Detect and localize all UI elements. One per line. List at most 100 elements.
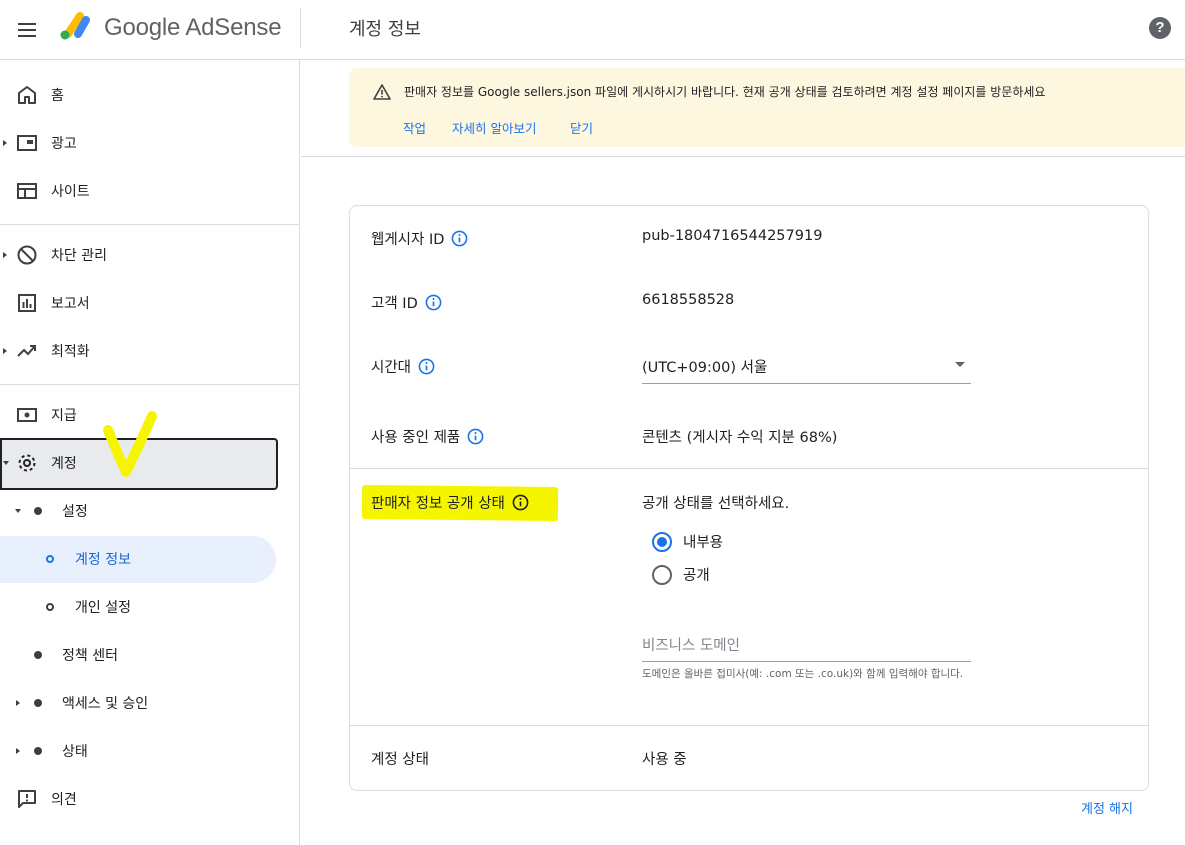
ads-icon (17, 135, 37, 151)
close-account-link[interactable]: 계정 해지 (1081, 798, 1133, 817)
logo-text[interactable]: Google AdSense (104, 14, 282, 42)
timezone-select[interactable]: (UTC+09:00) 서울 (642, 348, 971, 384)
sidebar-item-label: 상태 (62, 744, 88, 760)
info-icon[interactable] (451, 230, 468, 247)
account-status-value: 사용 중 (642, 752, 687, 768)
customer-id-value: 6618558528 (642, 292, 735, 308)
sellers-json-banner: 판매자 정보를 Google sellers.json 파일에 게시하시기 바랍… (349, 68, 1185, 147)
account-info-card: 웹게시자 ID pub-1804716544257919 고객 ID 66185… (349, 205, 1149, 791)
expand-arrow-icon[interactable] (3, 252, 7, 258)
sidebar-item-label: 액세스 및 승인 (62, 696, 149, 712)
business-domain-hint: 도메인은 올바른 접미사(예: .com 또는 .co.uk)와 함께 입력해야… (642, 668, 964, 680)
sidebar-item-status[interactable]: 상태 (0, 727, 300, 775)
seller-visibility-label: 판매자 정보 공개 상태 (371, 492, 529, 513)
seller-visibility-prompt: 공개 상태를 선택하세요. (642, 496, 790, 512)
sidebar-item-personal-settings[interactable]: 개인 설정 (0, 583, 300, 631)
publisher-id-value: pub-1804716544257919 (642, 228, 823, 244)
bullet-icon (34, 651, 42, 659)
info-icon[interactable] (425, 294, 442, 311)
feedback-icon (18, 790, 36, 808)
timezone-value: (UTC+09:00) 서울 (642, 360, 768, 376)
visibility-public-label[interactable]: 공개 (683, 564, 710, 585)
warning-icon (373, 84, 391, 100)
info-icon[interactable] (512, 494, 529, 511)
bullet-ring-icon (46, 603, 54, 611)
help-icon[interactable]: ? (1149, 17, 1171, 39)
visibility-internal-radio[interactable] (652, 532, 672, 552)
collapse-arrow-icon[interactable] (3, 461, 9, 465)
sidebar-item-feedback[interactable]: 의견 (0, 775, 300, 823)
bullet-ring-icon (46, 555, 54, 563)
expand-arrow-icon[interactable] (16, 748, 20, 754)
bullet-icon (34, 747, 42, 755)
sidebar-item-label: 사이트 (51, 184, 90, 200)
sidebar-item-label: 광고 (51, 136, 77, 152)
banner-close-link[interactable]: 닫기 (570, 118, 593, 137)
sidebar-item-optimization[interactable]: 최적화 (0, 327, 300, 375)
timezone-label-text: 시간대 (371, 360, 412, 376)
sidebar-item-account-info[interactable]: 계정 정보 (0, 535, 300, 583)
card-divider (350, 725, 1148, 726)
timezone-label: 시간대 (371, 356, 435, 377)
banner-message: 판매자 정보를 Google sellers.json 파일에 게시하시기 바랍… (404, 85, 1046, 99)
banner-learn-more-link[interactable]: 자세히 알아보기 (452, 118, 536, 137)
sidebar-item-home[interactable]: 홈 (0, 71, 300, 119)
sidebar-item-access-authorization[interactable]: 액세스 및 승인 (0, 679, 300, 727)
sidebar-item-label: 차단 관리 (51, 248, 107, 264)
sidebar-item-block-management[interactable]: 차단 관리 (0, 231, 300, 279)
products-value: 콘텐츠 (게시자 수익 지분 68%) (642, 430, 838, 446)
sidebar-item-policy-center[interactable]: 정책 센터 (0, 631, 300, 679)
products-label: 사용 중인 제품 (371, 426, 484, 447)
dropdown-caret-icon (955, 362, 965, 367)
info-icon[interactable] (467, 428, 484, 445)
sidebar-item-sites[interactable]: 사이트 (0, 167, 300, 215)
publisher-id-label: 웹게시자 ID (371, 228, 468, 249)
sidebar-item-label: 홈 (51, 88, 64, 104)
seller-visibility-label-text: 판매자 정보 공개 상태 (371, 496, 505, 512)
payments-icon (17, 408, 37, 422)
business-domain-placeholder: 비즈니스 도메인 (642, 638, 740, 654)
gear-icon (18, 454, 36, 472)
sidebar-item-label: 계정 정보 (75, 552, 131, 568)
trending-up-icon (17, 345, 36, 357)
sidebar: 홈 광고 사이트 차단 관리 보고서 최적화 지급 계정 설정 계정 정보 개인… (0, 60, 300, 845)
bullet-icon (34, 699, 42, 707)
adsense-logo-icon (60, 12, 90, 40)
business-domain-input[interactable]: 비즈니스 도메인 (642, 626, 971, 662)
sidebar-item-label: 개인 설정 (75, 600, 131, 616)
menu-icon[interactable] (14, 16, 42, 44)
visibility-internal-label[interactable]: 내부용 (683, 531, 723, 552)
sidebar-item-reports[interactable]: 보고서 (0, 279, 300, 327)
visibility-public-radio[interactable] (652, 565, 672, 585)
account-status-label: 계정 상태 (371, 752, 429, 768)
expand-arrow-icon[interactable] (3, 140, 7, 146)
top-app-bar: Google AdSense 계정 정보 ? (0, 0, 1185, 60)
products-label-text: 사용 중인 제품 (371, 430, 461, 446)
sidebar-item-label: 정책 센터 (62, 648, 118, 664)
expand-arrow-icon[interactable] (3, 348, 7, 354)
bullet-icon (34, 507, 42, 515)
sidebar-item-label: 설정 (62, 504, 88, 520)
sidebar-item-label: 계정 (51, 456, 77, 472)
sidebar-item-label: 보고서 (51, 296, 90, 312)
sidebar-item-label: 최적화 (51, 344, 90, 360)
banner-action-link[interactable]: 작업 (403, 118, 426, 137)
customer-id-label-text: 고객 ID (371, 296, 418, 312)
sites-icon (17, 183, 37, 199)
sidebar-item-label: 의견 (51, 792, 77, 808)
home-icon (18, 86, 36, 104)
card-divider (350, 468, 1148, 469)
topbar-divider (300, 8, 301, 48)
sidebar-item-ads[interactable]: 광고 (0, 119, 300, 167)
expand-arrow-icon[interactable] (16, 700, 20, 706)
sidebar-divider (0, 384, 300, 385)
customer-id-label: 고객 ID (371, 292, 442, 313)
publisher-id-label-text: 웹게시자 ID (371, 232, 445, 248)
collapse-arrow-icon[interactable] (15, 509, 21, 513)
main-divider (301, 156, 1185, 157)
info-icon[interactable] (418, 358, 435, 375)
sidebar-divider (0, 224, 300, 225)
block-icon (17, 245, 37, 265)
sidebar-item-settings[interactable]: 설정 (0, 487, 300, 535)
sidebar-item-label: 지급 (51, 408, 77, 424)
